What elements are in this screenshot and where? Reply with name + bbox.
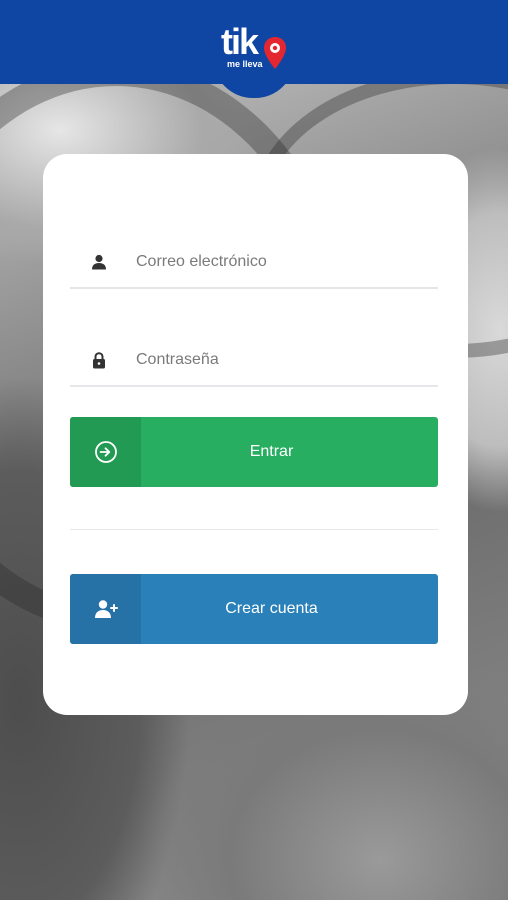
password-field[interactable] xyxy=(70,335,438,387)
user-icon xyxy=(91,253,107,271)
location-pin-icon xyxy=(264,37,286,69)
create-account-button[interactable]: Crear cuenta xyxy=(70,574,438,644)
create-account-button-label: Crear cuenta xyxy=(225,600,318,617)
email-field[interactable] xyxy=(70,237,438,289)
user-plus-icon xyxy=(70,574,141,644)
password-input[interactable] xyxy=(136,351,426,369)
login-card: Entrar Crear cuenta xyxy=(43,154,468,715)
login-button-label: Entrar xyxy=(249,443,294,460)
logo-tagline: me lleva xyxy=(227,59,263,69)
login-button[interactable]: Entrar xyxy=(70,417,438,487)
lock-icon xyxy=(91,351,107,369)
sign-in-icon xyxy=(70,417,141,487)
divider xyxy=(70,529,438,530)
login-screen: tik me lleva Correo electrónico Entrar C… xyxy=(0,0,508,900)
logo-wordmark: tik xyxy=(221,21,259,62)
email-input[interactable] xyxy=(136,253,426,271)
app-logo: tik me lleva xyxy=(219,21,291,76)
